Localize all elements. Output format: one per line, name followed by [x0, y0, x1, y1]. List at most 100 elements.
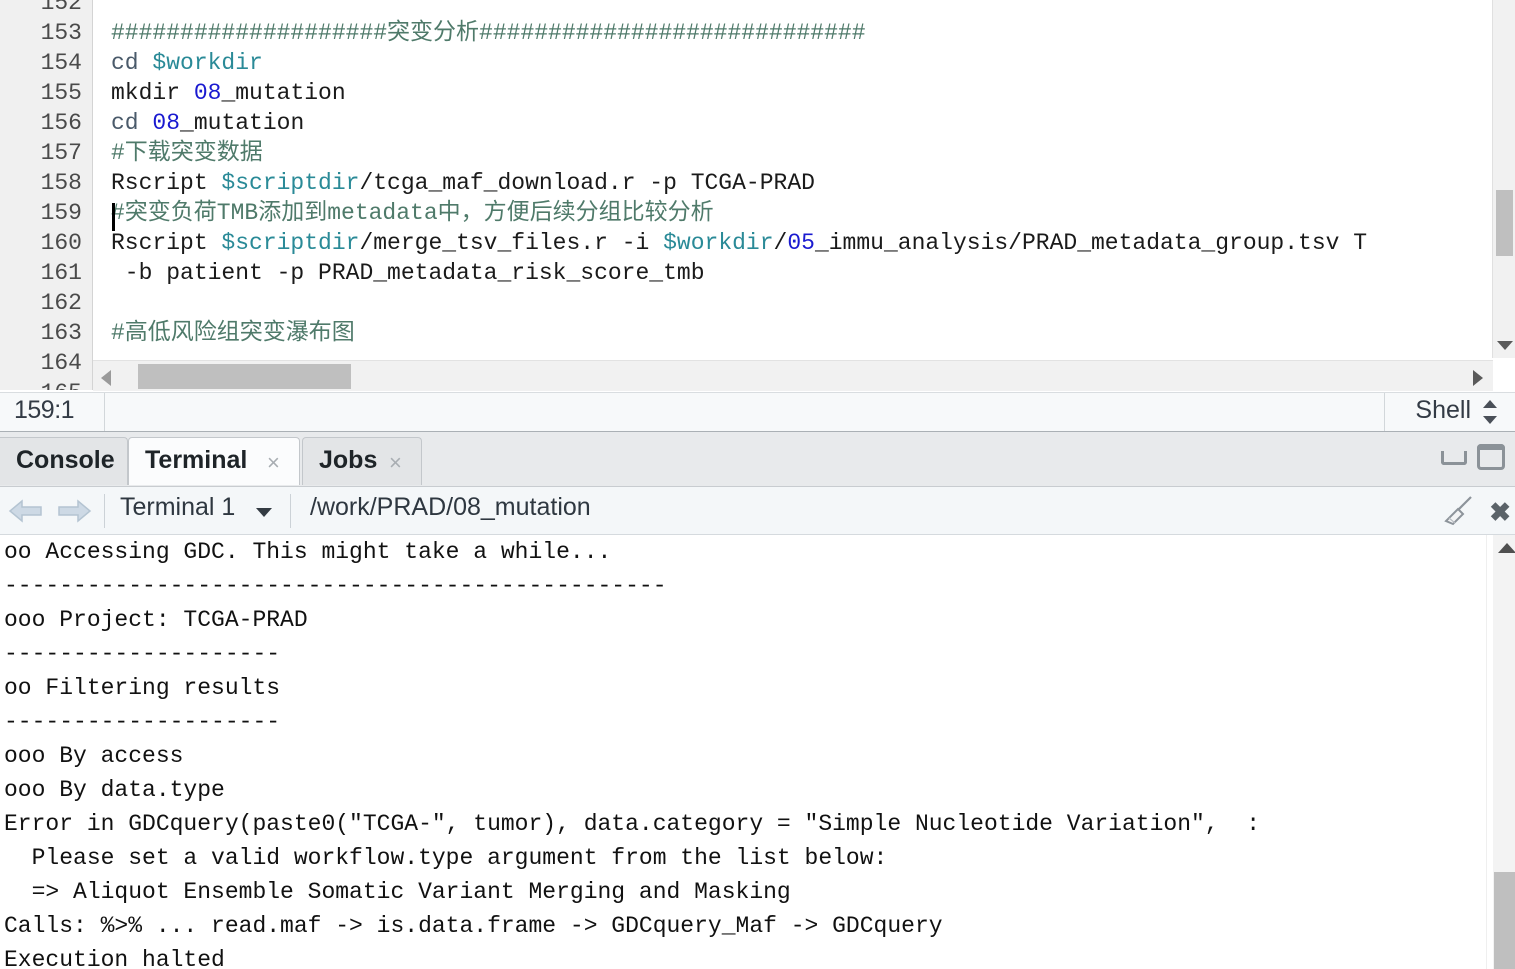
line-number: 159 — [40, 200, 82, 226]
console-terminal-pane: Console Terminal × Jobs × Terminal 1 /wo… — [0, 432, 1515, 969]
code-token: 08 — [152, 110, 181, 136]
terminal-output-line: -------------------- — [4, 709, 281, 735]
language-mode-label[interactable]: Shell — [1415, 396, 1471, 425]
code-line[interactable]: cd 08_mutation — [111, 108, 304, 138]
editor-horizontal-scrollbar-thumb[interactable] — [138, 364, 351, 389]
terminal-output-line: ooo By data.type — [4, 777, 225, 803]
editor-vertical-scrollbar-thumb[interactable] — [1496, 190, 1513, 256]
text-cursor — [112, 203, 115, 231]
code-token: #突变负荷TMB添加到metadata中，方便后续分组比较分析 — [111, 200, 714, 226]
code-line[interactable]: -b patient -p PRAD_metadata_risk_score_t… — [111, 258, 705, 288]
line-number: 160 — [40, 230, 82, 256]
minimize-pane-icon[interactable] — [1441, 451, 1467, 465]
editor-gutter: 152 153 154 155 156 157 158 159 160 161 162 163 164 1… — [0, 0, 93, 390]
line-number: 155 — [40, 80, 82, 106]
code-token: /tcga_maf_download.r -p TCGA-PRAD — [359, 170, 815, 196]
code-line[interactable]: #突变负荷TMB添加到metadata中，方便后续分组比较分析 — [111, 198, 714, 228]
language-mode-stepper-icon[interactable] — [1483, 400, 1499, 424]
code-line[interactable]: cd $workdir — [111, 48, 263, 78]
tab-jobs-close-icon[interactable]: × — [389, 450, 402, 476]
editor-code-area[interactable]: ####################突变分析################… — [93, 0, 1493, 390]
back-arrow-icon[interactable] — [8, 498, 44, 524]
terminal-output[interactable]: oo Accessing GDC. This might take a whil… — [0, 535, 1487, 969]
terminal-output-line: Error in GDCquery(paste0("TCGA-", tumor)… — [4, 811, 1261, 837]
panel-tab-bar: Console Terminal × Jobs × — [0, 432, 1515, 487]
code-token: cd — [111, 50, 153, 76]
scroll-up-arrow-icon[interactable] — [1498, 543, 1515, 553]
line-number: 156 — [40, 110, 82, 136]
rstudio-window: 152 153 154 155 156 157 158 159 160 161 162 163 164 1… — [0, 0, 1515, 969]
line-number: 153 — [40, 20, 82, 46]
line-number: 162 — [40, 290, 82, 316]
terminal-output-line: Execution halted — [4, 947, 225, 969]
line-number: 164 — [40, 350, 82, 376]
code-token: / — [773, 230, 788, 256]
forward-arrow-icon[interactable] — [56, 498, 92, 524]
tab-terminal[interactable]: Terminal × — [128, 437, 300, 485]
code-token: Rscript — [111, 230, 222, 256]
line-number: 158 — [40, 170, 82, 196]
line-number: 161 — [40, 260, 82, 286]
code-token: ####################突变分析################… — [111, 20, 866, 46]
line-number: 154 — [40, 50, 82, 76]
source-editor-pane: 152 153 154 155 156 157 158 159 160 161 162 163 164 1… — [0, 0, 1515, 432]
code-line[interactable]: Rscript $scriptdir/tcga_maf_download.r -… — [111, 168, 815, 198]
chevron-down-icon[interactable] — [256, 508, 272, 517]
toolbar-divider-2 — [290, 494, 291, 528]
line-number: 152 — [40, 0, 82, 16]
code-token: cd — [111, 110, 153, 136]
cursor-position-label: 159:1 — [14, 396, 75, 424]
code-token: $scriptdir — [221, 170, 360, 196]
scroll-left-arrow-icon[interactable] — [101, 370, 111, 386]
terminal-selector-label[interactable]: Terminal 1 — [120, 493, 235, 522]
code-line[interactable]: Rscript $scriptdir/merge_tsv_files.r -i … — [111, 228, 1367, 258]
tab-console[interactable]: Console — [0, 437, 128, 485]
terminal-vertical-scrollbar[interactable] — [1486, 535, 1515, 969]
code-line[interactable]: #下载突变数据 — [111, 138, 263, 168]
code-token: $workdir — [152, 50, 263, 76]
terminal-output-line: Calls: %>% ... read.maf -> is.data.frame… — [4, 913, 943, 939]
code-token: _immu_analysis/PRAD_metadata_group.tsv T — [814, 230, 1368, 256]
tab-jobs-label: Jobs — [319, 446, 378, 474]
tab-terminal-close-icon[interactable]: × — [267, 450, 280, 476]
status-divider — [104, 393, 105, 431]
editor-horizontal-scrollbar[interactable] — [93, 360, 1493, 391]
terminal-output-line: oo Filtering results — [4, 675, 281, 701]
terminal-output-line: Please set a valid workflow.type argumen… — [4, 845, 888, 871]
terminal-output-line: ooo By access — [4, 743, 184, 769]
broom-icon[interactable] — [1441, 494, 1477, 528]
terminal-working-directory: /work/PRAD/08_mutation — [310, 493, 591, 521]
terminal-vertical-scrollbar-thumb[interactable] — [1494, 872, 1515, 969]
line-number: 165 — [2, 378, 82, 390]
maximize-pane-icon[interactable] — [1477, 444, 1505, 470]
line-number: 163 — [40, 320, 82, 346]
toolbar-divider — [104, 494, 105, 528]
code-token: /merge_tsv_files.r -i — [359, 230, 664, 256]
tab-console-label: Console — [16, 446, 115, 474]
status-divider-2 — [1384, 393, 1385, 431]
code-token: $scriptdir — [221, 230, 360, 256]
tab-terminal-label: Terminal — [145, 446, 248, 474]
terminal-output-line: => Aliquot Ensemble Somatic Variant Merg… — [4, 879, 791, 905]
scroll-down-arrow-icon[interactable] — [1497, 341, 1513, 350]
code-token: _mutation — [221, 80, 346, 106]
code-line[interactable]: #高低风险组突变瀑布图 — [111, 318, 355, 348]
scroll-right-arrow-icon[interactable] — [1473, 370, 1483, 386]
terminal-output-line: ----------------------------------------… — [4, 573, 667, 599]
terminal-output-line: -------------------- — [4, 641, 281, 667]
line-number: 157 — [40, 140, 82, 166]
editor-vertical-scrollbar[interactable] — [1492, 0, 1515, 358]
terminal-toolbar: Terminal 1 /work/PRAD/08_mutation ✖ — [0, 487, 1515, 535]
code-token: 08 — [193, 80, 222, 106]
close-terminal-icon[interactable]: ✖ — [1489, 497, 1511, 528]
code-line[interactable]: mkdir 08_mutation — [111, 78, 346, 108]
code-line[interactable]: ####################突变分析################… — [111, 18, 866, 48]
code-token: $workdir — [663, 230, 774, 256]
code-token: Rscript — [111, 170, 222, 196]
tab-jobs[interactable]: Jobs × — [302, 437, 422, 485]
code-token: mkdir — [111, 80, 194, 106]
terminal-output-line: oo Accessing GDC. This might take a whil… — [4, 539, 612, 565]
terminal-output-line: ooo Project: TCGA-PRAD — [4, 607, 308, 633]
editor-body[interactable]: 152 153 154 155 156 157 158 159 160 161 162 163 164 1… — [0, 0, 1515, 390]
code-token: #下载突变数据 — [111, 140, 263, 166]
